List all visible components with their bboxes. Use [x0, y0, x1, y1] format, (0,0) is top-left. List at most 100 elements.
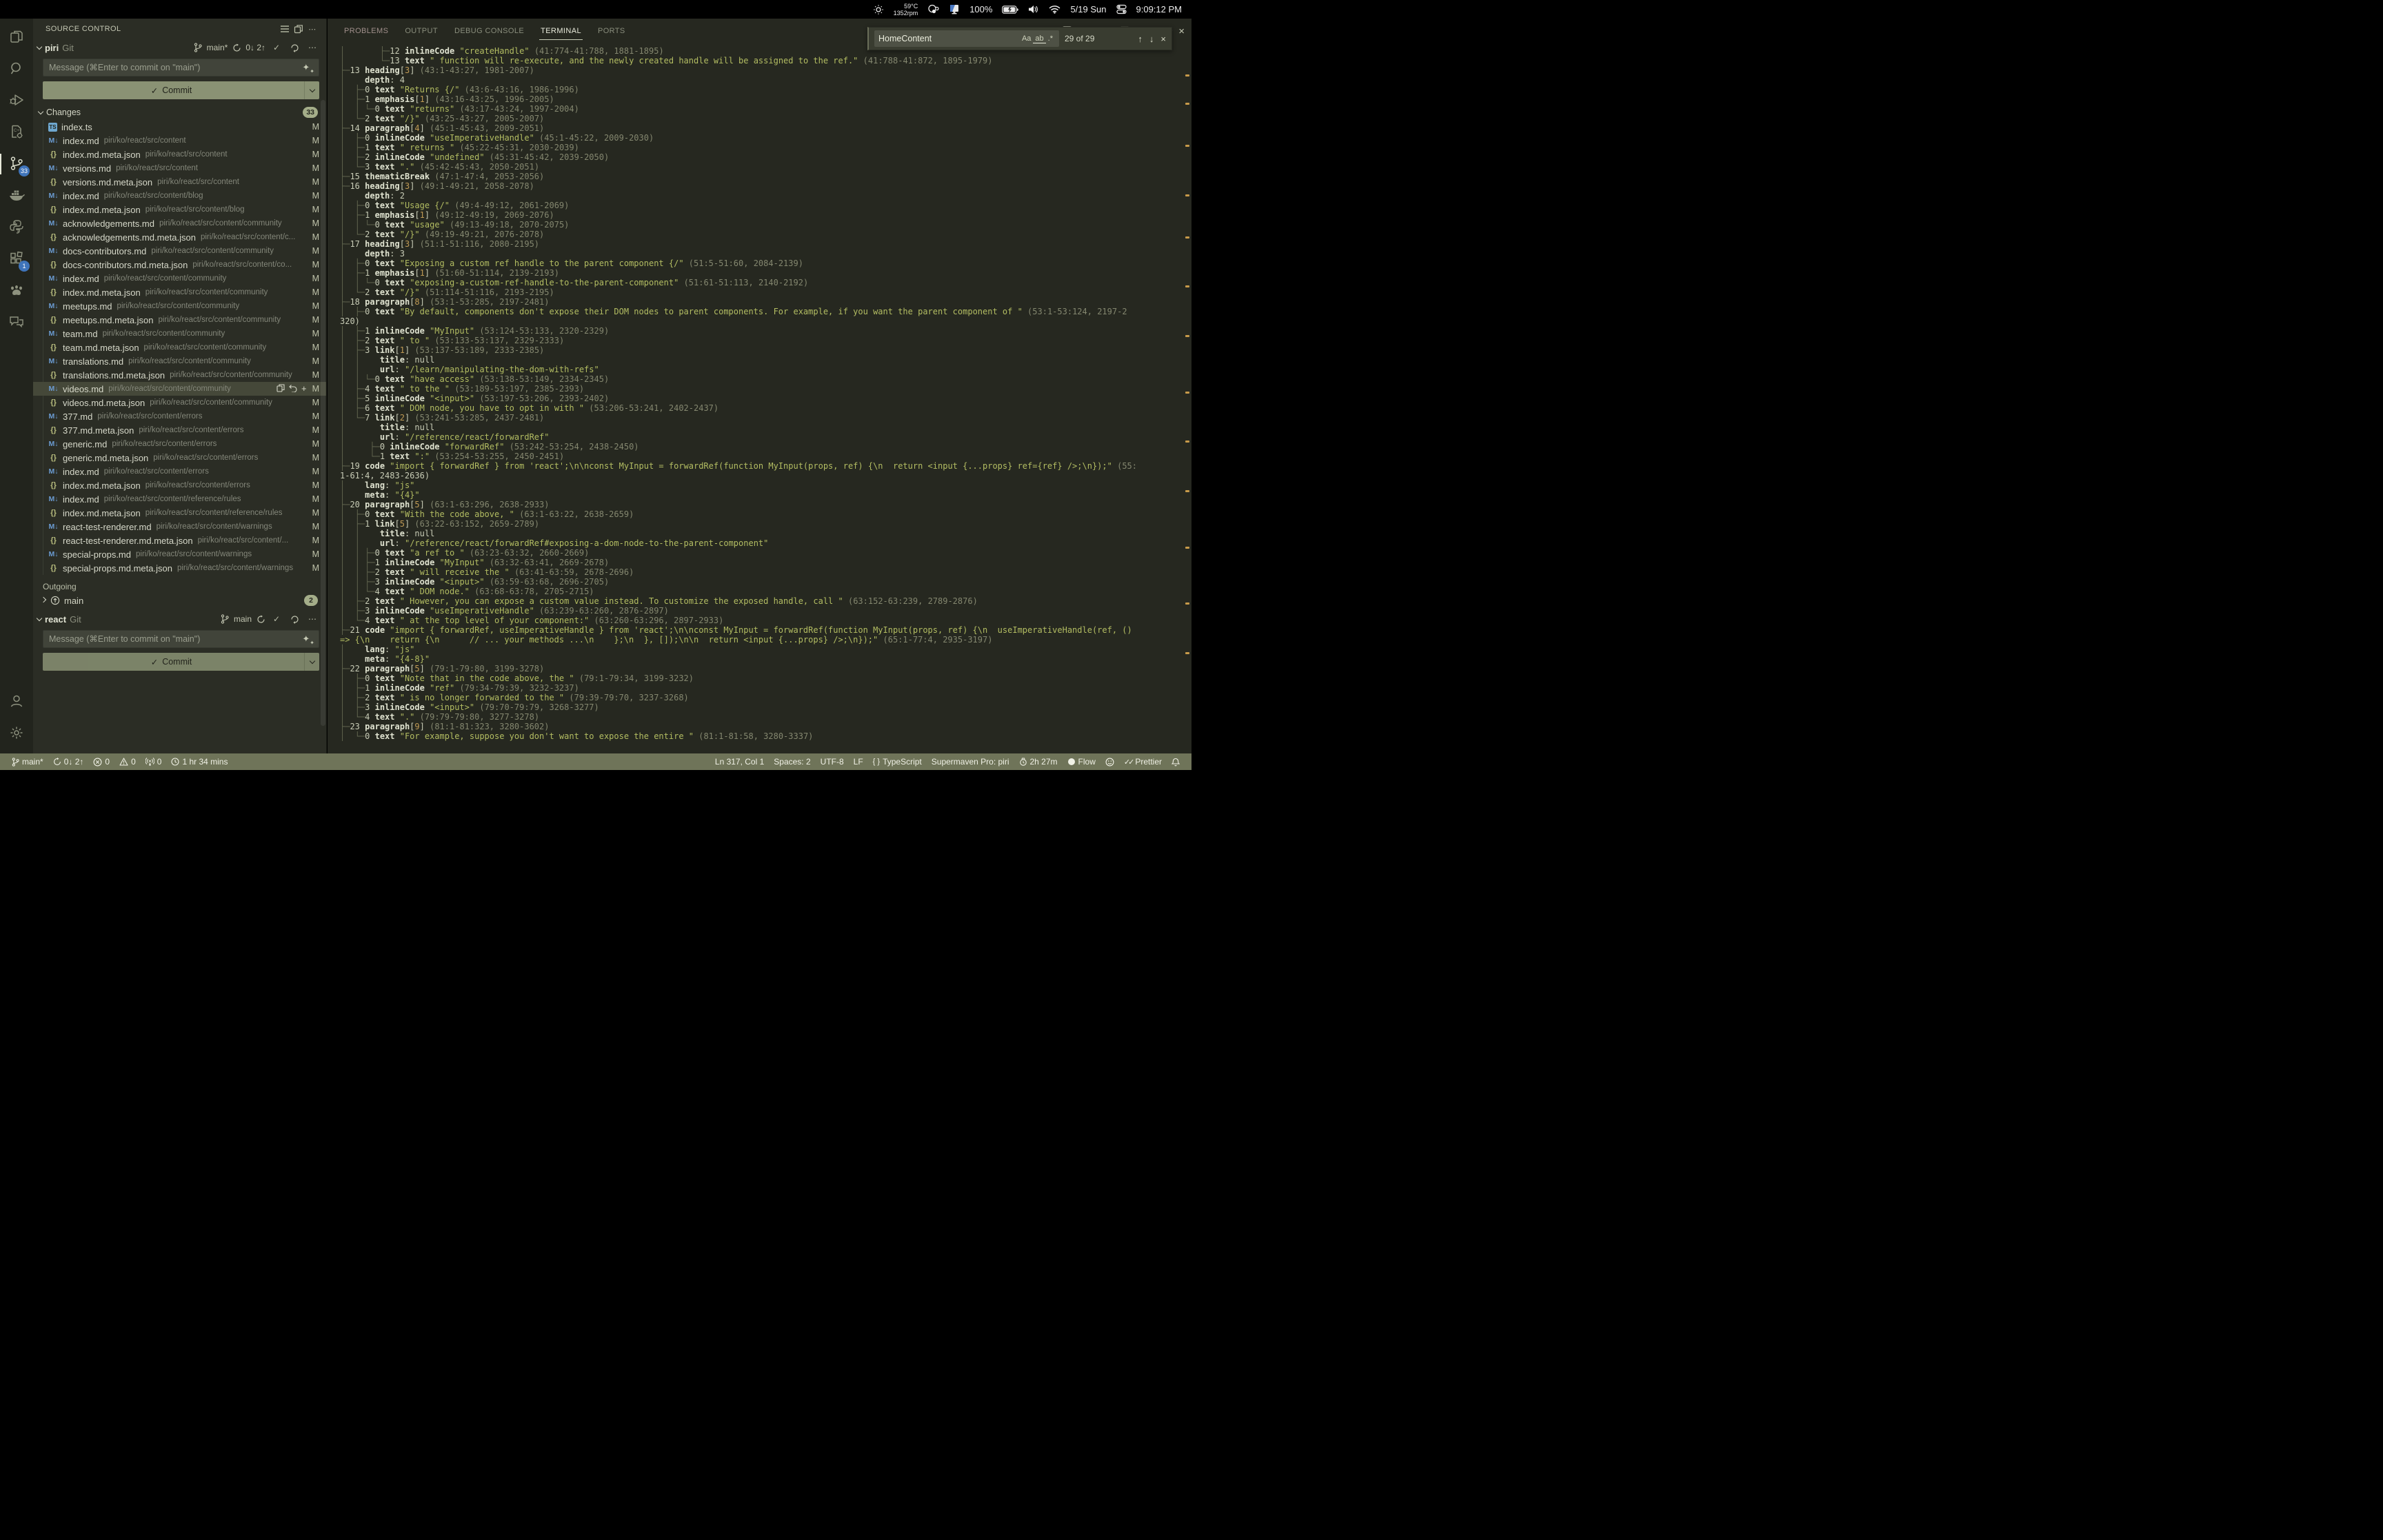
tab-terminal[interactable]: TERMINAL — [534, 19, 588, 43]
status-item[interactable] — [1167, 758, 1185, 767]
terminal-output[interactable]: │ ├─12 inlineCode "createHandle" (41:774… — [340, 46, 1175, 751]
status-item-utf-8[interactable]: UTF-8 — [816, 757, 849, 767]
whole-word-icon[interactable]: ab — [1033, 34, 1045, 43]
commit-button[interactable]: ✓ Commit — [43, 81, 319, 99]
stage-changes-icon[interactable]: + — [301, 385, 307, 392]
repo-branch[interactable]: main — [234, 614, 252, 624]
activity-item-explorer[interactable] — [0, 21, 33, 53]
find-close-icon[interactable]: × — [1160, 34, 1166, 44]
status-item-spaces-2[interactable]: Spaces: 2 — [769, 757, 815, 767]
refresh-icon[interactable] — [288, 612, 301, 626]
file-row[interactable]: M↓videos.mdpiri/ko/react/src/content/com… — [33, 382, 326, 396]
tab-debug-console[interactable]: DEBUG CONSOLE — [448, 19, 531, 43]
volume-icon[interactable] — [1028, 5, 1039, 14]
copilot-sparkle-icon[interactable]: ✦✦ — [302, 62, 314, 74]
caffeine-icon[interactable] — [927, 4, 939, 14]
file-row[interactable]: M↓docs-contributors.mdpiri/ko/react/src/… — [33, 244, 326, 258]
activity-item-source-control[interactable]: 33 — [0, 148, 33, 180]
status-item-flow[interactable]: Flow — [1063, 757, 1100, 767]
file-row[interactable]: M↓translations.mdpiri/ko/react/src/conte… — [33, 354, 326, 368]
status-item-ln-317-col-1[interactable]: Ln 317, Col 1 — [710, 757, 769, 767]
status-item-supermaven-pro-piri[interactable]: Supermaven Pro: piri — [927, 757, 1014, 767]
status-item-0[interactable]: 0 — [141, 757, 167, 767]
activity-item-python[interactable] — [0, 212, 33, 243]
file-row[interactable]: {}index.md.meta.jsonpiri/ko/react/src/co… — [33, 148, 326, 161]
file-row[interactable]: {}index.md.meta.jsonpiri/ko/react/src/co… — [33, 478, 326, 492]
file-row[interactable]: {}generic.md.meta.jsonpiri/ko/react/src/… — [33, 451, 326, 465]
file-row[interactable]: TSindex.tsM — [33, 120, 326, 134]
activity-item-extensions[interactable]: 1 — [0, 243, 33, 275]
battery-icon[interactable] — [1002, 6, 1018, 14]
commit-dropdown[interactable] — [304, 653, 319, 671]
temp-fan-readout[interactable]: 59°C 1352rpm — [894, 3, 918, 17]
match-case-icon[interactable]: Aa — [1020, 34, 1033, 43]
activity-item-docker[interactable] — [0, 180, 33, 212]
file-row[interactable]: M↓special-props.mdpiri/ko/react/src/cont… — [33, 547, 326, 561]
file-row[interactable]: M↓index.mdpiri/ko/react/src/content/refe… — [33, 492, 326, 506]
file-row[interactable]: {}377.md.meta.jsonpiri/ko/react/src/cont… — [33, 423, 326, 437]
repositories-icon[interactable] — [292, 22, 305, 36]
open-file-icon[interactable] — [276, 384, 285, 394]
menu-clock[interactable]: 9:09:12 PM — [1136, 4, 1183, 14]
commit-check-icon[interactable]: ✓ — [270, 612, 283, 626]
sync-icon[interactable] — [232, 41, 241, 54]
activity-item-settings[interactable] — [0, 718, 33, 749]
file-row[interactable]: {}docs-contributors.md.meta.jsonpiri/ko/… — [33, 258, 326, 272]
status-item-prettier[interactable]: ✓✓Prettier — [1119, 757, 1167, 767]
more-actions-icon[interactable]: ⋯ — [305, 22, 319, 36]
file-row[interactable]: M↓generic.mdpiri/ko/react/src/content/er… — [33, 437, 326, 451]
repo-header-react[interactable]: react Git main ✓ ⋯ — [33, 611, 326, 627]
refresh-icon[interactable] — [288, 41, 301, 54]
commit-message-input[interactable] — [43, 59, 319, 77]
copilot-sparkle-icon[interactable]: ✦✦ — [302, 634, 314, 646]
commit-button[interactable]: ✓ Commit — [43, 653, 319, 671]
file-row[interactable]: M↓team.mdpiri/ko/react/src/content/commu… — [33, 327, 326, 341]
file-row[interactable]: {}index.md.meta.jsonpiri/ko/react/src/co… — [33, 285, 326, 299]
status-item-0-2-[interactable]: 0↓ 2↑ — [48, 757, 89, 767]
activity-item-run-debug[interactable] — [0, 85, 33, 116]
activity-item-accounts[interactable] — [0, 686, 33, 718]
file-row[interactable]: M↓react-test-renderer.mdpiri/ko/react/sr… — [33, 520, 326, 534]
activity-item-chat[interactable] — [0, 307, 33, 338]
wifi-icon[interactable] — [1049, 5, 1060, 14]
file-row[interactable]: {}translations.md.meta.jsonpiri/ko/react… — [33, 368, 326, 382]
repo-more-icon[interactable]: ⋯ — [305, 41, 319, 54]
sidebar-scrollbar[interactable] — [321, 100, 325, 726]
file-row[interactable]: M↓377.mdpiri/ko/react/src/content/errors… — [33, 409, 326, 423]
repo-more-icon[interactable]: ⋯ — [305, 612, 319, 626]
status-item-0[interactable]: 0 — [114, 757, 141, 767]
commit-message-input[interactable] — [43, 630, 319, 648]
file-row[interactable]: {}index.md.meta.jsonpiri/ko/react/src/co… — [33, 506, 326, 520]
file-row[interactable]: M↓index.mdpiri/ko/react/src/content/erro… — [33, 465, 326, 478]
commit-dropdown[interactable] — [304, 81, 319, 99]
terminal-scrollbar[interactable] — [1185, 46, 1190, 751]
menu-date[interactable]: 5/19 Sun — [1070, 4, 1106, 14]
status-item-2h-27m[interactable]: 2h 27m — [1014, 757, 1063, 767]
file-row[interactable]: M↓index.mdpiri/ko/react/src/contentM — [33, 134, 326, 148]
tab-problems[interactable]: PROBLEMS — [337, 19, 395, 43]
brightness-icon[interactable] — [873, 4, 884, 15]
find-input[interactable] — [878, 34, 1020, 43]
commit-check-icon[interactable]: ✓ — [270, 41, 283, 54]
status-item-0[interactable]: 0 — [88, 757, 114, 767]
changes-header[interactable]: Changes 33 — [33, 105, 326, 120]
discard-changes-icon[interactable] — [289, 384, 297, 394]
repo-header-piri[interactable]: piri Git main* 0↓ 2↑ ✓ ⋯ — [33, 39, 326, 56]
tab-ports[interactable]: PORTS — [591, 19, 632, 43]
status-item[interactable] — [1100, 758, 1119, 767]
regex-icon[interactable]: .* — [1046, 34, 1055, 43]
activity-item-search[interactable] — [0, 53, 33, 85]
status-item-lf[interactable]: LF — [849, 757, 868, 767]
sync-icon[interactable] — [256, 612, 265, 626]
outgoing-main-row[interactable]: main 2 — [33, 593, 326, 608]
tab-output[interactable]: OUTPUT — [398, 19, 445, 43]
file-row[interactable]: M↓index.mdpiri/ko/react/src/content/blog… — [33, 189, 326, 203]
file-row[interactable]: {}versions.md.meta.jsonpiri/ko/react/src… — [33, 175, 326, 189]
control-center-icon[interactable] — [1116, 4, 1127, 14]
file-row[interactable]: {}meetups.md.meta.jsonpiri/ko/react/src/… — [33, 313, 326, 327]
view-as-list-icon[interactable] — [278, 22, 292, 36]
activity-item-cmake-tools[interactable]: C++ — [0, 116, 33, 148]
file-row[interactable]: M↓acknowledgements.mdpiri/ko/react/src/c… — [33, 216, 326, 230]
find-next-icon[interactable]: ↓ — [1149, 34, 1154, 44]
status-item-1-hr-34-mins[interactable]: 1 hr 34 mins — [166, 757, 232, 767]
